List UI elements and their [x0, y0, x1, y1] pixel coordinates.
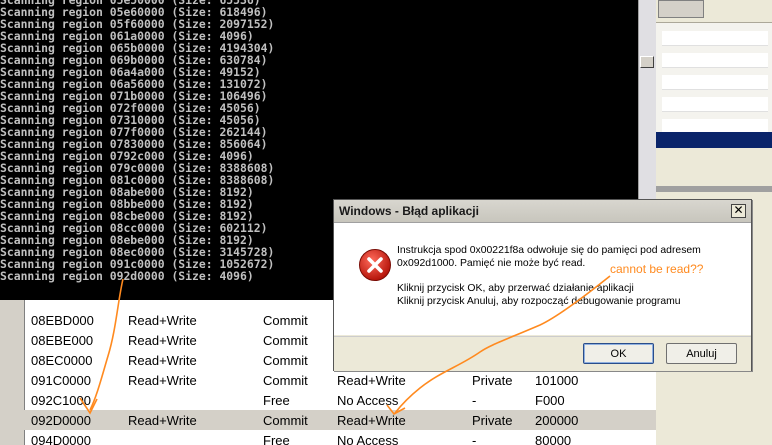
cell-address: 092D0000: [31, 413, 91, 428]
cell-address: 08EBD000: [31, 313, 94, 328]
dialog-message: Instrukcja spod 0x00221f8a odwołuje się …: [397, 244, 742, 308]
cell-state: Free: [263, 393, 290, 408]
cell-protect: No Access: [337, 393, 399, 408]
table-row[interactable]: 092C1000 Free No Access - F000: [24, 390, 656, 410]
background-button[interactable]: [658, 0, 704, 18]
message-line: Kliknij przycisk OK, aby przerwać działa…: [397, 283, 634, 294]
cell-address: 091C0000: [31, 373, 91, 388]
cell-type: -: [472, 433, 477, 445]
cell-state: Free: [263, 433, 290, 445]
message-line: Instrukcja spod 0x00221f8a odwołuje się …: [397, 245, 701, 256]
cell-access: Read+Write: [128, 373, 197, 388]
ok-button[interactable]: OK: [583, 343, 654, 364]
close-button[interactable]: ✕: [731, 204, 746, 218]
cell-type: Private: [472, 413, 513, 428]
cell-protect: No Access: [337, 433, 399, 445]
cell-protect: Read+Write: [337, 373, 406, 388]
background-titlebar: [656, 132, 772, 148]
scrollbar-thumb[interactable]: [640, 56, 654, 68]
cell-access: Read+Write: [128, 413, 197, 428]
annotation-text: cannot be read??: [610, 262, 704, 276]
error-icon: [359, 249, 391, 281]
message-line: Kliknij przycisk Anuluj, aby rozpocząć d…: [397, 296, 681, 307]
cell-state: Commit: [263, 373, 308, 388]
cell-type: Private: [472, 373, 513, 388]
background-panel-row: [662, 75, 768, 90]
cell-size: F000: [535, 393, 565, 408]
cell-access: Read+Write: [128, 333, 197, 348]
cell-address: 08EC0000: [31, 353, 93, 368]
cell-address: 094D0000: [31, 433, 91, 445]
background-divider: [656, 186, 772, 192]
dialog-footer: OK Anuluj: [334, 336, 751, 371]
table-gutter: [0, 300, 25, 445]
error-dialog: Windows - Błąd aplikacji ✕ Instrukcja sp…: [333, 199, 752, 371]
cell-access: Read+Write: [128, 353, 197, 368]
cell-address: 08EBE000: [31, 333, 94, 348]
cell-type: -: [472, 393, 477, 408]
cell-access: Read+Write: [128, 313, 197, 328]
table-row[interactable]: 091C0000 Read+Write Commit Read+Write Privat…: [24, 370, 656, 390]
table-row-selected[interactable]: 092D0000 Read+Write Commit Read+Write Privat…: [24, 410, 656, 430]
cell-protect: Read+Write: [337, 413, 406, 428]
cell-state: Commit: [263, 413, 308, 428]
table-row[interactable]: 094D0000 Free No Access - 80000: [24, 430, 656, 445]
background-panel: [656, 22, 772, 134]
cancel-button[interactable]: Anuluj: [666, 343, 737, 364]
background-panel-row: [662, 97, 768, 112]
cell-size: 101000: [535, 373, 579, 388]
cell-state: Commit: [263, 353, 308, 368]
cell-state: Commit: [263, 313, 308, 328]
dialog-body: Instrukcja spod 0x00221f8a odwołuje się …: [334, 223, 751, 335]
cell-size: 200000: [535, 413, 579, 428]
background-panel-row: [662, 53, 768, 68]
background-panel-row: [662, 31, 768, 46]
dialog-titlebar[interactable]: Windows - Błąd aplikacji ✕: [334, 200, 751, 223]
dialog-title: Windows - Błąd aplikacji: [339, 204, 479, 218]
cell-size: 80000: [535, 433, 572, 445]
cell-address: 092C1000: [31, 393, 91, 408]
cell-state: Commit: [263, 333, 308, 348]
console-output: Scanning region 05e50000 (Size: 65536) S…: [0, 0, 275, 283]
